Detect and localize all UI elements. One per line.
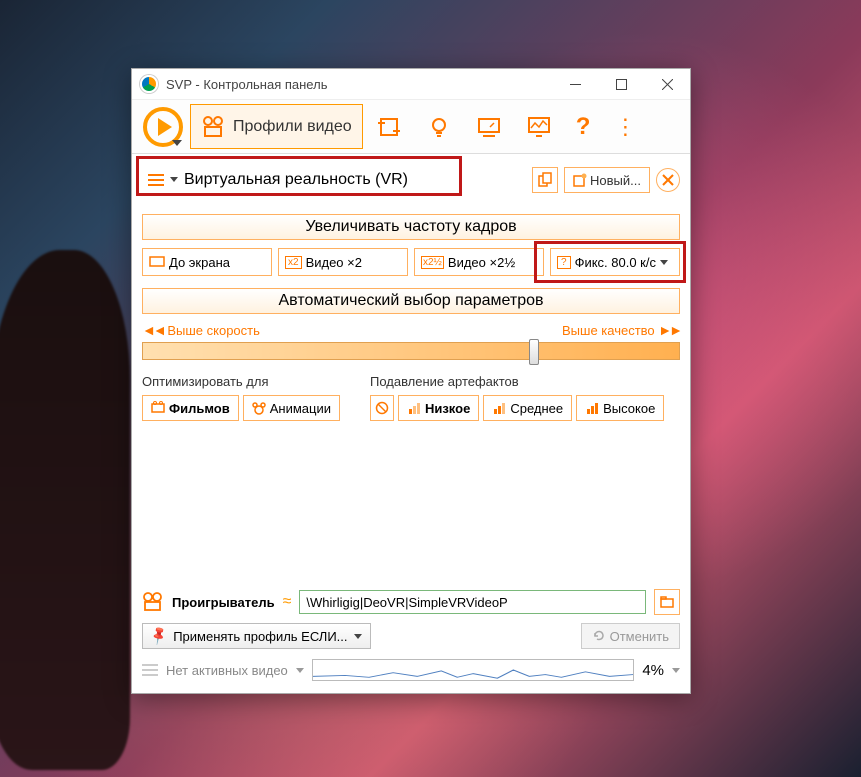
monitor-icon: [526, 114, 552, 140]
x2half-icon: x2½: [421, 256, 444, 269]
app-icon: [140, 75, 158, 93]
artifacts-label: Подавление артефактов: [370, 374, 664, 389]
play-logo-icon: [143, 107, 183, 147]
x2-icon: x2: [285, 256, 302, 269]
optimize-animation-button[interactable]: Анимации: [243, 395, 340, 421]
status-menu-icon[interactable]: [142, 664, 158, 676]
slider-thumb[interactable]: [529, 339, 539, 365]
blackboard-icon: [476, 114, 502, 140]
apply-condition-button[interactable]: 📌Применять профиль ЕСЛИ...: [142, 623, 371, 649]
bars-mid-icon: [492, 401, 506, 415]
quality-slider[interactable]: [142, 342, 680, 360]
chevron-down-icon: [660, 260, 668, 265]
artifacts-high-button[interactable]: Высокое: [576, 395, 664, 421]
tab-light[interactable]: [415, 104, 463, 149]
slider-left-arrows[interactable]: ◄◄ Выше скорость: [142, 322, 260, 338]
fps-fixed-button[interactable]: ?Фикс. 80.0 к/с: [550, 248, 680, 276]
close-button[interactable]: [644, 69, 690, 99]
fps-x2-button[interactable]: x2Видео ×2: [278, 248, 408, 276]
player-label: Проигрыватель: [172, 595, 275, 610]
player-pattern-input[interactable]: [299, 590, 646, 614]
list-icon: [148, 174, 164, 186]
player-browse-button[interactable]: [654, 589, 680, 615]
tab-label: Профили видео: [233, 118, 352, 136]
chevron-down-icon[interactable]: [296, 668, 304, 673]
cpu-percent: 4%: [642, 662, 664, 679]
fps-x2half-button[interactable]: x2½Видео ×2½: [414, 248, 544, 276]
minimize-button[interactable]: [552, 69, 598, 99]
pin-icon: 📌: [148, 625, 170, 647]
chevron-down-icon[interactable]: [672, 668, 680, 673]
cancel-button[interactable]: Отменить: [581, 623, 680, 649]
titlebar[interactable]: SVP - Контрольная панель: [132, 69, 690, 100]
app-window: SVP - Контрольная панель Профили видео ?…: [131, 68, 691, 694]
dots-icon: ⋮: [614, 124, 636, 130]
screen-icon: [149, 256, 165, 268]
artifacts-off-button[interactable]: [370, 395, 394, 421]
tab-crop[interactable]: [365, 104, 413, 149]
maximize-button[interactable]: [598, 69, 644, 99]
main-toolbar: Профили видео ? ⋮: [132, 100, 690, 154]
question-small-icon: ?: [557, 256, 571, 269]
fps-to-screen-button[interactable]: До экрана: [142, 248, 272, 276]
tab-screen[interactable]: [465, 104, 513, 149]
crop-icon: [376, 114, 402, 140]
artifacts-low-button[interactable]: Низкое: [398, 395, 479, 421]
wallpaper-figure: [0, 250, 130, 770]
folder-icon: [660, 595, 674, 609]
camera-icon: [201, 114, 227, 140]
profile-new-button[interactable]: Новый...: [564, 167, 650, 193]
bulb-icon: [426, 114, 452, 140]
mickey-icon: [252, 401, 266, 415]
optimize-label: Оптимизировать для: [142, 374, 340, 389]
bars-high-icon: [585, 401, 599, 415]
copy-icon: [537, 172, 553, 188]
tab-monitor[interactable]: [515, 104, 563, 149]
optimize-films-button[interactable]: Фильмов: [142, 395, 239, 421]
approx-icon: ≈: [283, 593, 292, 611]
fps-section-header[interactable]: Увеличивать частоту кадров: [142, 214, 680, 240]
tab-menu[interactable]: ⋮: [603, 104, 647, 149]
performance-graph: [312, 659, 635, 681]
profile-delete-button[interactable]: [656, 168, 680, 192]
chevron-down-icon: [170, 177, 178, 182]
artifacts-mid-button[interactable]: Среднее: [483, 395, 572, 421]
bars-low-icon: [407, 401, 421, 415]
slider-right-arrows[interactable]: Выше качество ►►: [562, 322, 680, 338]
logo-button[interactable]: [138, 104, 188, 149]
question-icon: ?: [576, 113, 591, 141]
profile-selector[interactable]: Виртуальная реальность (VR): [142, 166, 442, 194]
auto-section-header[interactable]: Автоматический выбор параметров: [142, 288, 680, 314]
new-icon: [573, 173, 587, 187]
profile-name: Виртуальная реальность (VR): [184, 171, 408, 189]
undo-icon: [592, 629, 606, 643]
cancel-icon: [375, 401, 389, 415]
chevron-down-icon: [354, 634, 362, 639]
film-icon: [151, 401, 165, 415]
x-icon: [662, 174, 674, 186]
window-title: SVP - Контрольная панель: [166, 77, 327, 92]
player-camera-icon: [142, 591, 164, 613]
tab-video-profiles[interactable]: Профили видео: [190, 104, 363, 149]
tab-help[interactable]: ?: [565, 104, 602, 149]
profile-copy-button[interactable]: [532, 167, 558, 193]
status-text: Нет активных видео: [166, 663, 288, 678]
